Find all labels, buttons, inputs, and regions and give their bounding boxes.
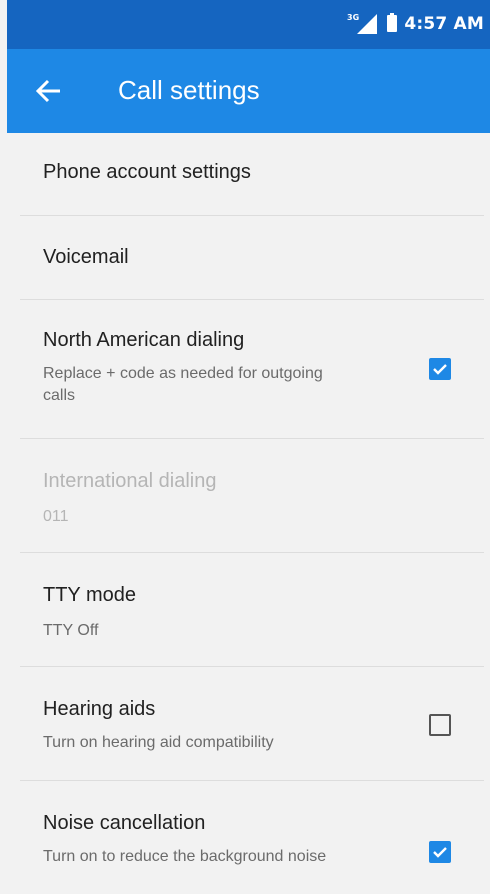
- setting-summary: 011: [43, 508, 69, 525]
- setting-label: International dialing: [43, 470, 217, 492]
- setting-label: Hearing aids: [43, 698, 156, 720]
- north-american-dialing-checkbox[interactable]: [429, 358, 451, 380]
- setting-international-dialing: International dialing 011: [20, 439, 484, 553]
- network-type-label: 3G: [347, 13, 359, 22]
- hearing-aids-checkbox[interactable]: [429, 714, 451, 736]
- setting-summary: Replace + code as needed for outgoing ca…: [43, 365, 323, 404]
- setting-tty-mode[interactable]: TTY mode TTY Off: [20, 553, 484, 667]
- status-bar: 3G 4:57 AM: [7, 0, 490, 49]
- setting-noise-cancellation[interactable]: Noise cancellation Turn on to reduce the…: [20, 781, 484, 894]
- setting-voicemail[interactable]: Voicemail: [20, 216, 484, 300]
- setting-label: Voicemail: [43, 246, 129, 268]
- setting-summary: TTY Off: [43, 622, 99, 639]
- signal-3g-icon: 3G: [347, 13, 377, 34]
- setting-label: North American dialing: [43, 329, 245, 351]
- page-title: Call settings: [118, 75, 260, 105]
- settings-list: Phone account settings Voicemail North A…: [0, 133, 490, 894]
- status-time: 4:57 AM: [404, 14, 484, 34]
- battery-icon: [387, 13, 397, 32]
- setting-label: Noise cancellation: [43, 812, 206, 834]
- setting-summary: Turn on hearing aid compatibility: [43, 734, 274, 751]
- setting-phone-account[interactable]: Phone account settings: [20, 133, 484, 216]
- noise-cancellation-checkbox[interactable]: [429, 841, 451, 863]
- setting-hearing-aids[interactable]: Hearing aids Turn on hearing aid compati…: [20, 667, 484, 781]
- app-bar: Call settings: [7, 49, 490, 133]
- setting-north-american-dialing[interactable]: North American dialing Replace + code as…: [20, 300, 484, 439]
- setting-label: Phone account settings: [43, 161, 251, 183]
- setting-summary: Turn on to reduce the background noise: [43, 848, 327, 865]
- arrow-back-icon[interactable]: [33, 75, 65, 107]
- setting-label: TTY mode: [43, 584, 136, 606]
